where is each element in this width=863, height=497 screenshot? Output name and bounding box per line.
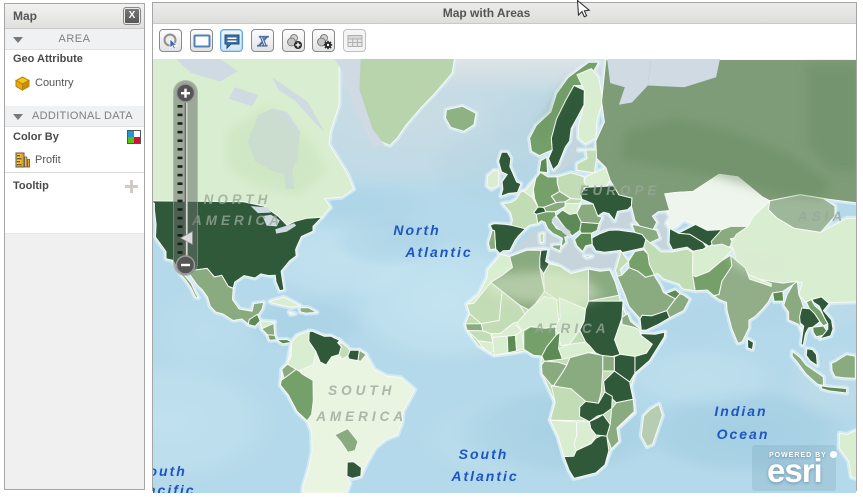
svg-text:AMERICA: AMERICA	[191, 213, 283, 228]
svg-text:North: North	[393, 222, 440, 238]
svg-text:South: South	[153, 463, 187, 479]
svg-text:Indian: Indian	[714, 403, 767, 419]
svg-text:Atlantic: Atlantic	[450, 468, 518, 484]
svg-text:X: X	[256, 34, 268, 50]
svg-text:SOUTH: SOUTH	[328, 383, 395, 398]
svg-text:Pacific: Pacific	[153, 482, 196, 493]
svg-text:Ocean: Ocean	[717, 426, 770, 442]
svg-text:ASIA: ASIA	[797, 209, 846, 224]
svg-text:South: South	[459, 446, 509, 462]
svg-text:NORTH: NORTH	[204, 192, 272, 207]
svg-text:EUROPE: EUROPE	[579, 183, 660, 198]
svg-text:Atlantic: Atlantic	[404, 244, 472, 260]
svg-text:AFRICA: AFRICA	[534, 321, 610, 336]
svg-text:AMERICA: AMERICA	[315, 409, 407, 424]
